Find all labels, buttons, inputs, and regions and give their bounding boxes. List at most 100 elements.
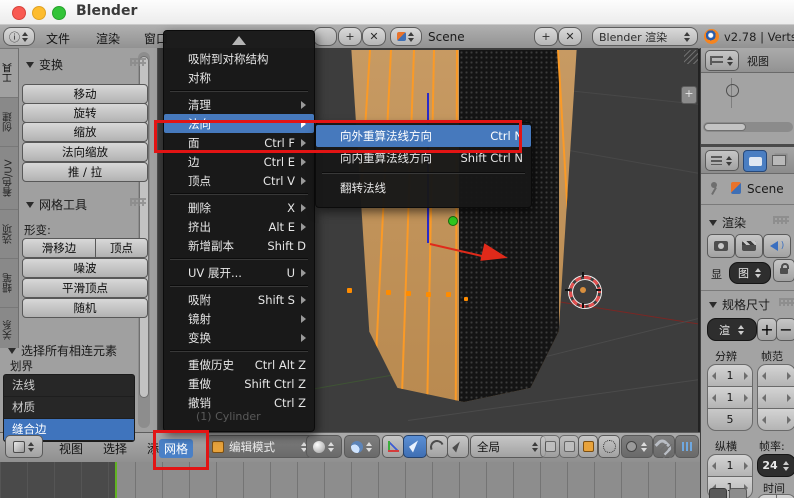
resolution-percentage-field[interactable]: 5	[707, 408, 753, 431]
edge-select-button[interactable]	[559, 435, 579, 458]
scene-name-field[interactable]: Scene	[428, 30, 465, 44]
editor-type-outliner-button[interactable]	[705, 50, 739, 71]
vertex-dot[interactable]	[406, 291, 411, 296]
render-engine-dropdown[interactable]: Blender 渲染	[592, 27, 698, 46]
limit-to-visible-button[interactable]	[598, 435, 620, 458]
tab-options[interactable]: 选项	[0, 209, 18, 258]
area-corner-grip[interactable]	[684, 50, 698, 64]
delete-scene-button[interactable]: ✕	[558, 27, 582, 46]
time-right-button[interactable]	[776, 494, 794, 498]
rotate-button[interactable]: 旋转	[22, 103, 148, 123]
smooth-vertex-button[interactable]: 平滑顶点	[22, 278, 148, 298]
border-toggle[interactable]	[709, 488, 727, 498]
timeline-playhead[interactable]	[115, 462, 117, 498]
tab-create[interactable]: 创建	[0, 97, 18, 146]
push-pull-button[interactable]: 推 / 拉	[22, 162, 148, 182]
menuitem-snap[interactable]: 吸附 Shift S	[164, 290, 314, 309]
tab-render-properties[interactable]	[743, 150, 767, 172]
panel-header-dimensions[interactable]: 规格尺寸	[709, 296, 770, 313]
list-item-normal[interactable]: 法线	[4, 375, 134, 397]
outliner-menu-view[interactable]: 视图	[747, 53, 769, 69]
shrink-fatten-button[interactable]: 法向缩放	[22, 142, 148, 162]
panel-header-transform[interactable]: 变换	[26, 56, 63, 73]
tab-tools[interactable]: 工具	[0, 48, 18, 97]
vertex-slide-button[interactable]: 顶点	[95, 238, 148, 258]
vertex-dot[interactable]	[426, 292, 431, 297]
panel-header-render[interactable]: 渲染	[709, 214, 746, 231]
editor-type-button[interactable]: ⓘ	[3, 27, 35, 46]
panel-grip-icon[interactable]	[130, 58, 146, 66]
snap-element-dropdown[interactable]	[621, 435, 653, 458]
close-layout-button[interactable]: ✕	[362, 27, 386, 46]
screen-layout-selector[interactable]	[313, 27, 337, 46]
mode-dropdown[interactable]: 编辑模式	[206, 435, 314, 458]
editor-type-3dview-button[interactable]	[5, 435, 43, 458]
manipulator-y-handle[interactable]	[448, 216, 458, 226]
frame-start-stepper[interactable]	[757, 364, 794, 387]
outliner-tree-item[interactable]	[726, 84, 739, 97]
aspect-x-stepper[interactable]: 1	[707, 454, 753, 477]
close-window-button[interactable]	[12, 6, 26, 20]
vertex-dot[interactable]	[347, 288, 352, 293]
menuitem-undo-history[interactable]: 重做历史 Ctrl Alt Z	[164, 355, 314, 374]
pivot-dropdown[interactable]	[344, 435, 380, 458]
render-audio-button[interactable]: )	[763, 234, 791, 258]
zoom-window-button[interactable]	[52, 6, 66, 20]
menuitem-duplicate[interactable]: 新增副本 Shift D	[164, 236, 314, 255]
cylinder-mesh[interactable]	[351, 50, 577, 402]
render-preset-dropdown[interactable]: 渲	[707, 318, 757, 341]
panel-grip-icon[interactable]	[130, 198, 146, 206]
area-corner-grip[interactable]	[660, 444, 674, 458]
tab-grease-pencil[interactable]: 蜡笔	[0, 258, 18, 307]
resolution-y-stepper[interactable]: 1	[707, 386, 753, 409]
panel-header-mesh-tools[interactable]: 网格工具	[26, 196, 87, 213]
rotate-manipulator-button[interactable]	[426, 435, 448, 458]
menuitem-snap-to-symmetry[interactable]: 吸附到对称结构	[164, 49, 314, 68]
remove-preset-button[interactable]: −	[776, 318, 794, 341]
translate-button[interactable]: 移动	[22, 84, 148, 104]
framerate-dropdown[interactable]: 24	[757, 454, 794, 477]
tab-shading-uv[interactable]: 着色/UV	[0, 146, 18, 209]
time-left-button[interactable]	[757, 494, 777, 498]
proportional-edit-dropdown[interactable]	[675, 435, 699, 458]
add-scene-button[interactable]: +	[534, 27, 558, 46]
shading-dropdown[interactable]	[306, 435, 342, 458]
scale-manipulator-button[interactable]	[447, 435, 469, 458]
lock-interface-button[interactable]	[773, 259, 794, 282]
editor-type-properties-button[interactable]	[705, 150, 739, 171]
menuitem-uv-unwrap[interactable]: UV 展开... U	[164, 263, 314, 282]
menu-render[interactable]: 渲染	[92, 29, 124, 48]
panel-grip-icon[interactable]	[779, 298, 794, 306]
outliner-hscrollbar[interactable]	[703, 122, 793, 132]
orientation-dropdown[interactable]: 全局	[470, 435, 546, 458]
display-dropdown[interactable]: 图	[729, 262, 771, 284]
scene-selector-button[interactable]	[390, 27, 422, 46]
vertex-dot[interactable]	[446, 292, 451, 297]
menuitem-transform[interactable]: 变换	[164, 328, 314, 347]
open-region-plus-button[interactable]: +	[681, 86, 697, 104]
vertex-dot[interactable]	[386, 290, 391, 295]
translate-manipulator-button[interactable]	[403, 435, 427, 458]
scrollbar-thumb[interactable]	[704, 123, 746, 131]
timeline[interactable]	[0, 462, 700, 498]
menuitem-symmetrize[interactable]: 对称	[164, 68, 314, 87]
menu-scroll-up[interactable]	[164, 32, 314, 49]
tab-render-layers[interactable]	[768, 150, 790, 170]
resolution-x-stepper[interactable]: 1	[707, 364, 753, 387]
face-select-button[interactable]	[578, 435, 598, 458]
panel-grip-icon[interactable]	[773, 216, 789, 224]
menuitem-edges[interactable]: 边 Ctrl E	[164, 152, 314, 171]
menuitem-vertices[interactable]: 顶点 Ctrl V	[164, 171, 314, 190]
vertex-dot[interactable]	[464, 297, 468, 301]
menu-file[interactable]: 文件	[42, 29, 74, 48]
randomize-button[interactable]: 随机	[22, 298, 148, 318]
panel-header-select-linked[interactable]: 选择所有相连元素	[8, 342, 117, 359]
frame-end-stepper[interactable]	[757, 386, 794, 409]
menuitem-delete[interactable]: 删除 X	[164, 198, 314, 217]
add-layout-button[interactable]: +	[338, 27, 362, 46]
noise-button[interactable]: 噪波	[22, 258, 148, 278]
breadcrumb-scene[interactable]: Scene	[747, 182, 784, 196]
vertex-select-button[interactable]	[540, 435, 560, 458]
menuitem-mirror[interactable]: 镜射	[164, 309, 314, 328]
menuitem-cleanup[interactable]: 清理	[164, 95, 314, 114]
